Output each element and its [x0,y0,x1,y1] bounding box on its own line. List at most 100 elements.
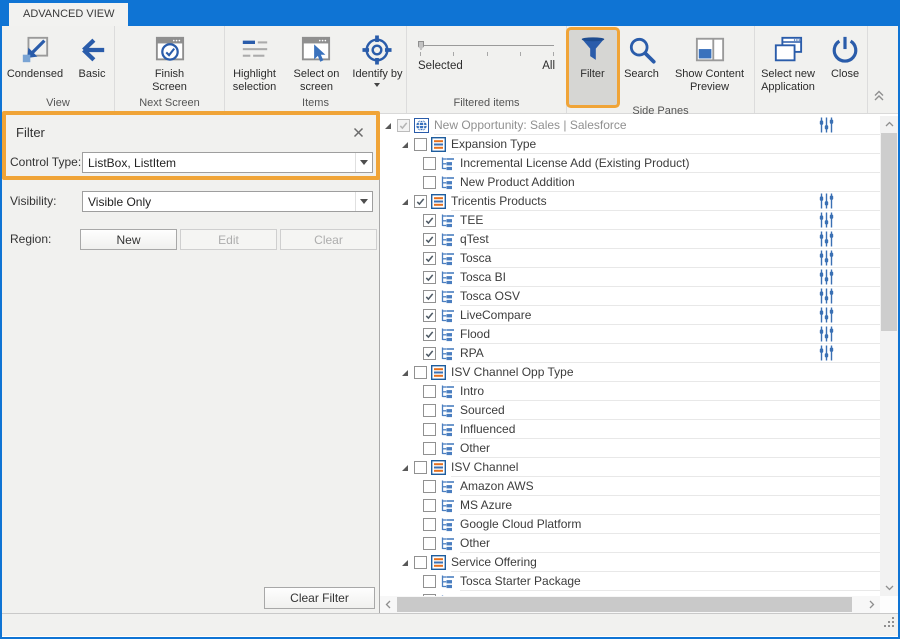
expander-icon[interactable] [401,464,414,472]
tree-row[interactable]: Incremental License Add (Existing Produc… [380,154,880,173]
vertical-scrollbar-thumb[interactable] [881,133,897,331]
tree-row[interactable]: New Opportunity: Sales | Salesforce [380,116,880,135]
select-new-application-button[interactable]: Select new Application [755,30,821,96]
steering-sliders-icon[interactable] [819,193,834,209]
expander-icon[interactable] [401,559,414,567]
scroll-right-button[interactable] [864,596,880,613]
expander-icon[interactable] [401,141,414,149]
tree-row[interactable]: Intro [380,382,880,401]
filter-button[interactable]: Filter [569,30,617,105]
tree-row[interactable]: Tricentis Products [380,192,880,211]
collapse-ribbon-button[interactable] [869,90,889,106]
identify-by-button[interactable]: Identify by [349,30,406,89]
row-checkbox[interactable] [423,214,436,227]
select-on-screen-button[interactable]: Select on screen [286,30,347,96]
row-checkbox[interactable] [414,461,427,474]
tree-row[interactable]: RPA [380,344,880,363]
row-checkbox[interactable] [423,537,436,550]
row-checkbox[interactable] [423,328,436,341]
finish-screen-button[interactable]: Finish Screen [143,30,197,96]
scroll-left-button[interactable] [380,596,396,613]
expander-icon[interactable] [401,369,414,377]
scroll-up-button[interactable] [880,116,898,132]
tree-row[interactable]: Flood [380,325,880,344]
tree-row[interactable]: Influenced [380,420,880,439]
steering-sliders-icon[interactable] [819,269,834,285]
steering-sliders-icon[interactable] [819,326,834,342]
row-checkbox[interactable] [423,442,436,455]
tree-row[interactable]: Other [380,534,880,553]
row-checkbox[interactable] [423,290,436,303]
tree-row[interactable]: MS Azure [380,496,880,515]
clear-filter-button[interactable]: Clear Filter [264,587,375,609]
horizontal-scrollbar-thumb[interactable] [397,597,852,612]
row-checkbox[interactable] [423,423,436,436]
row-checkbox[interactable] [423,176,436,189]
visibility-combobox[interactable]: Visible Only [82,191,373,212]
condensed-button[interactable]: Condensed [2,30,68,83]
tree-row[interactable]: Expansion Type [380,135,880,154]
tree-row[interactable]: ISV Channel [380,458,880,477]
row-checkbox[interactable] [397,119,410,132]
scroll-down-button[interactable] [880,580,898,596]
tree-row[interactable]: TEE [380,211,880,230]
expander-icon[interactable] [401,198,414,206]
row-checkbox[interactable] [423,157,436,170]
steering-sliders-icon[interactable] [819,345,834,361]
row-checkbox[interactable] [414,556,427,569]
vertical-scrollbar[interactable] [880,116,898,596]
steering-sliders-icon[interactable] [819,250,834,266]
steering-sliders-icon[interactable] [819,231,834,247]
tree-row[interactable]: LiveCompare [380,306,880,325]
tree-row[interactable]: ISV Channel Opp Type [380,363,880,382]
tree-row[interactable]: Tosca Starter Package [380,572,880,591]
tree-row[interactable]: Tosca [380,249,880,268]
region-edit-button[interactable]: Edit [180,229,277,250]
slider-track[interactable] [420,45,554,46]
highlight-selection-button[interactable]: Highlight selection [225,30,284,96]
control-type-combobox[interactable]: ListBox, ListItem [82,152,373,173]
tree-row[interactable]: Tosca OSV [380,287,880,306]
row-checkbox[interactable] [423,499,436,512]
steering-sliders-icon[interactable] [819,212,834,228]
horizontal-scrollbar[interactable] [380,596,880,613]
steering-sliders-icon[interactable] [819,288,834,304]
row-checkbox[interactable] [414,138,427,151]
row-checkbox[interactable] [423,480,436,493]
tree-row[interactable]: Other [380,439,880,458]
tree-row[interactable]: Tosca BI [380,268,880,287]
steering-sliders-icon[interactable] [819,117,834,133]
row-checkbox[interactable] [423,271,436,284]
tree-row[interactable]: Service Offering [380,553,880,572]
search-button[interactable]: Search [619,30,665,83]
tree-row[interactable]: New Product Addition [380,173,880,192]
row-checkbox[interactable] [414,195,427,208]
show-content-preview-button[interactable]: Show Content Preview [667,30,753,96]
visibility-dropdown-button[interactable] [355,192,372,211]
basic-button[interactable]: Basic [70,30,114,83]
row-checkbox[interactable] [423,385,436,398]
region-new-button[interactable]: New [80,229,177,250]
slider-thumb[interactable] [418,41,424,50]
filtered-items-slider[interactable]: Selected All [407,30,566,97]
tree-row[interactable]: Amazon AWS [380,477,880,496]
close-button[interactable]: Close [823,30,867,83]
region-clear-button[interactable]: Clear [280,229,377,250]
row-checkbox[interactable] [414,366,427,379]
tree-row[interactable]: Google Cloud Platform [380,515,880,534]
close-icon[interactable] [353,125,365,137]
expander-icon[interactable] [384,122,397,130]
row-checkbox[interactable] [423,575,436,588]
row-checkbox[interactable] [423,347,436,360]
row-checkbox[interactable] [423,309,436,322]
row-checkbox[interactable] [423,233,436,246]
row-checkbox[interactable] [423,252,436,265]
tab-advanced-view[interactable]: ADVANCED VIEW [9,3,128,26]
tree-row[interactable]: qTest [380,230,880,249]
steering-sliders-icon[interactable] [819,307,834,323]
control-type-dropdown-button[interactable] [355,153,372,172]
tree-row[interactable]: Sourced [380,401,880,420]
row-checkbox[interactable] [423,518,436,531]
row-checkbox[interactable] [423,404,436,417]
resize-grip-icon[interactable] [884,615,895,633]
